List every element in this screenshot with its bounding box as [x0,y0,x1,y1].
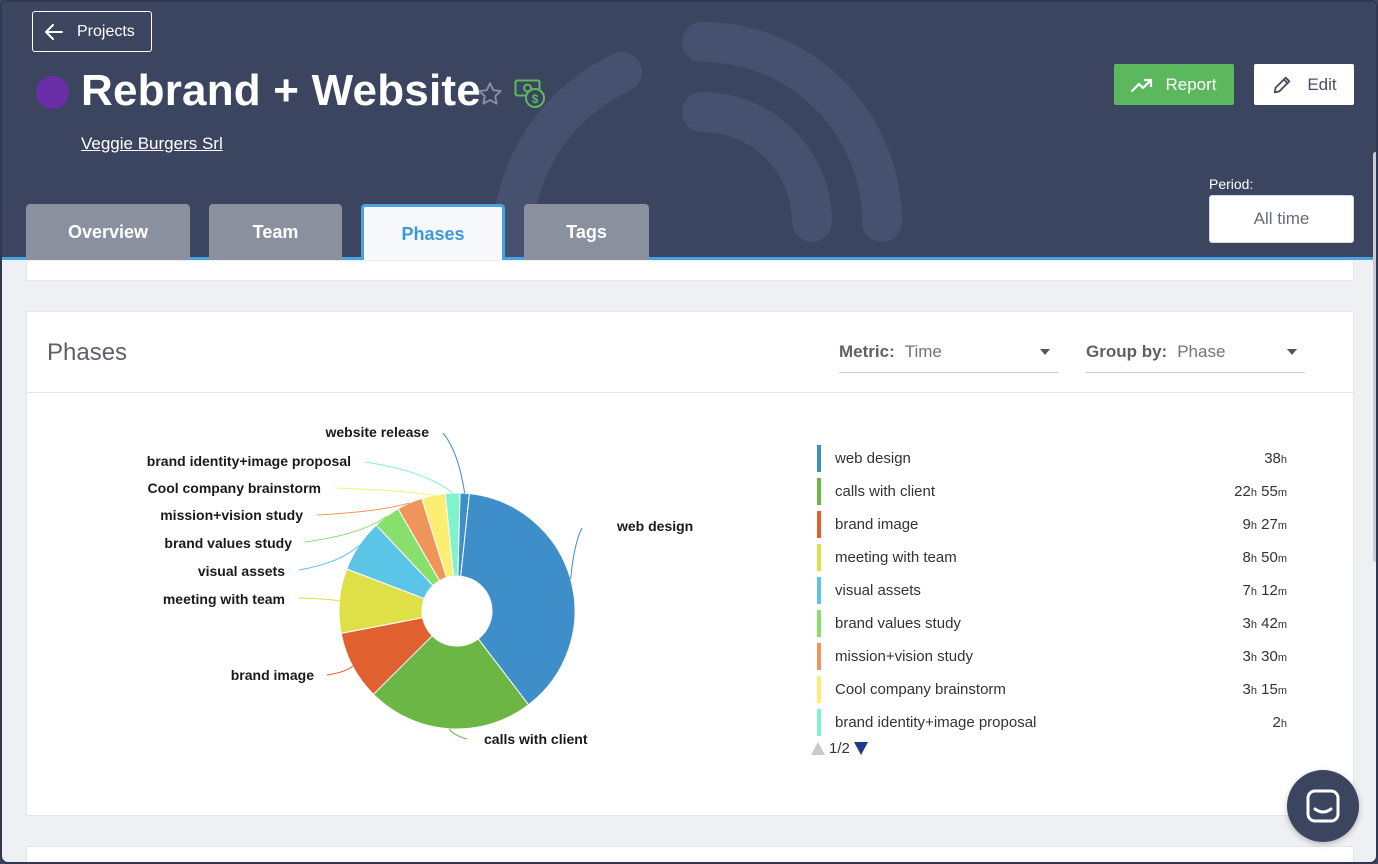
legend-label: meeting with team [835,549,957,566]
back-to-projects-button[interactable]: Projects [32,11,152,52]
page-down-icon[interactable] [853,742,868,755]
phases-panel-header: Phases Metric: Time Group by: Phase [27,312,1353,393]
trend-up-icon [1131,78,1153,92]
pie-data-label: website release [324,424,429,440]
legend-value: 9h 27m [1242,516,1288,533]
pie-data-label: mission+vision study [160,507,303,523]
page-up-icon[interactable] [811,742,825,755]
edit-button[interactable]: Edit [1254,64,1354,105]
legend-label: brand identity+image proposal [835,714,1037,731]
scrollbar[interactable] [1373,152,1376,562]
phases-panel: Phases Metric: Time Group by: Phase web … [26,311,1354,816]
legend-item[interactable]: mission+vision study 3h 30m [817,640,1287,673]
legend-swatch [817,577,821,604]
svg-text:$: $ [532,92,539,106]
metric-label: Metric: [839,342,895,361]
legend-swatch [817,544,821,571]
legend-swatch [817,610,821,637]
legend-label: brand image [835,516,919,533]
legend-value: 3h 30m [1242,648,1288,665]
app-window: Projects Rebrand + Website $ Veggie Burg… [0,0,1378,864]
report-button-label: Report [1165,74,1217,94]
project-color-dot [36,76,69,109]
legend-label: brand values study [835,615,961,632]
legend-label: visual assets [835,582,921,599]
legend-pager: 1/2 [811,740,868,757]
legend-item[interactable]: web design 38h [817,442,1287,475]
metric-value: Time [904,342,942,361]
page-title: Rebrand + Website [81,66,481,115]
legend-label: mission+vision study [835,648,973,665]
legend-swatch [817,478,821,505]
legend-value: 3h 15m [1242,681,1288,698]
tab-tags[interactable]: Tags [524,204,649,260]
pie-data-label: Cool company brainstorm [148,480,321,496]
legend-swatch [817,643,821,670]
legend-item[interactable]: brand identity+image proposal 2h [817,706,1287,739]
pie-connector [442,432,466,494]
pie-connector [334,487,434,496]
legend-value: 8h 50m [1242,549,1288,566]
pie-data-label: brand image [231,667,314,683]
legend-label: calls with client [835,483,936,500]
tab-team[interactable]: Team [209,204,342,260]
chat-support-button[interactable] [1287,770,1359,842]
billable-money-icon: $ [514,79,545,108]
pie-connector [298,597,340,602]
legend-swatch [817,709,821,736]
legend-item[interactable]: meeting with team 8h 50m [817,541,1287,574]
chat-icon [1306,789,1340,823]
arrow-left-icon [45,23,63,40]
legend-value: 2h [1272,714,1287,731]
edit-button-label: Edit [1307,74,1337,94]
pie-data-label: brand identity+image proposal [147,453,351,469]
project-header: Projects Rebrand + Website $ Veggie Burg… [2,2,1376,260]
metric-dropdown[interactable]: Metric: Time [839,332,1058,373]
legend-item[interactable]: Cool company brainstorm 3h 15m [817,673,1287,706]
period-label: Period: [1209,176,1254,192]
pie-connector [570,527,583,580]
legend-item[interactable]: brand image 9h 27m [817,508,1287,541]
pie-connector [326,665,354,676]
groupby-label: Group by: [1086,342,1168,361]
legend-item[interactable]: visual assets 7h 12m [817,574,1287,607]
chevron-down-icon [1287,349,1297,355]
chart-legend: web design 38h calls with client 22h 55m… [817,442,1287,739]
pie-data-label: brand values study [164,535,292,551]
pencil-icon [1274,76,1291,93]
client-link[interactable]: Veggie Burgers Srl [81,134,223,154]
legend-item[interactable]: calls with client 22h 55m [817,475,1287,508]
phases-donut-chart: web design calls with client brand image me… [147,424,693,747]
groupby-dropdown[interactable]: Group by: Phase [1086,332,1305,373]
tab-overview[interactable]: Overview [26,204,190,260]
back-button-label: Projects [77,22,135,40]
legend-page-indicator: 1/2 [829,740,850,757]
legend-value: 22h 55m [1234,483,1287,500]
report-button[interactable]: Report [1114,64,1234,105]
legend-item[interactable]: brand values study 3h 42m [817,607,1287,640]
legend-label: web design [835,450,911,467]
pie-data-label: meeting with team [163,591,285,607]
star-icon[interactable] [476,80,504,108]
pie-data-label: visual assets [198,563,285,579]
pie-connector [448,728,468,740]
legend-value: 3h 42m [1242,615,1288,632]
pie-data-label: calls with client [484,731,588,747]
period-select[interactable]: All time [1209,195,1354,243]
chevron-down-icon [1040,349,1050,355]
next-card [26,846,1354,862]
tab-phases[interactable]: Phases [361,204,505,260]
pie-data-label: web design [616,518,693,534]
summary-card-bottom [26,261,1354,281]
pie-connector [364,461,454,494]
legend-swatch [817,445,821,472]
legend-label: Cool company brainstorm [835,681,1006,698]
legend-swatch [817,511,821,538]
panel-title: Phases [47,339,128,366]
groupby-value: Phase [1177,342,1226,361]
legend-value: 7h 12m [1242,582,1288,599]
legend-value: 38h [1264,450,1287,467]
legend-swatch [817,676,821,703]
